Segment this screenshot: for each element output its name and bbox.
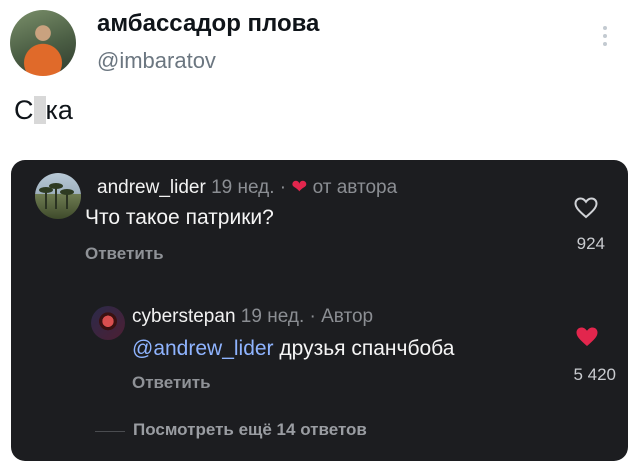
heart-filled-icon[interactable] — [575, 326, 599, 348]
commenter-avatar[interactable] — [35, 173, 81, 219]
reply-author-badge: Автор — [321, 306, 374, 327]
author-handle[interactable]: @imbaratov — [97, 48, 216, 74]
reply-mention-link[interactable]: @andrew_lider — [132, 337, 274, 360]
reply-time: 19 нед. — [240, 306, 305, 327]
reply-text: @andrew_lider друзья спанчбоба — [132, 337, 454, 361]
more-replies-divider — [95, 431, 125, 432]
reply-like-count: 5 420 — [573, 365, 616, 384]
comment-separator: · — [279, 177, 287, 198]
author-liked-heart-icon: ❤ — [291, 177, 308, 198]
reply-header: cyberstepan 19 нед. · Автор — [132, 306, 373, 328]
comment-reply-button[interactable]: Ответить — [85, 244, 164, 264]
comment-like-count: 924 — [576, 234, 605, 253]
reply-username[interactable]: cyberstepan — [132, 306, 236, 327]
tweet-text-suffix: ка — [45, 95, 73, 125]
author-avatar[interactable] — [10, 10, 76, 76]
replier-avatar[interactable] — [91, 306, 125, 340]
comment-username[interactable]: andrew_lider — [97, 177, 206, 198]
comment-screenshot-card: andrew_lider 19 нед. · ❤ от автора Что т… — [11, 160, 628, 461]
tweet-text: Ска — [14, 95, 73, 126]
comment-text: Что такое патрики? — [85, 206, 274, 229]
reply-body: друзья спанчбоба — [273, 337, 455, 360]
more-vertical-icon[interactable] — [600, 22, 610, 52]
heart-outline-icon[interactable] — [574, 197, 598, 219]
tweet-text-prefix: С — [14, 95, 34, 125]
reply-reply-button[interactable]: Ответить — [132, 373, 211, 393]
view-more-replies-button[interactable]: Посмотреть ещё 14 ответов — [133, 420, 367, 440]
reply-separator: · — [309, 306, 316, 327]
comment-header: andrew_lider 19 нед. · ❤ от автора — [97, 176, 397, 199]
author-name[interactable]: амбассадор плова — [97, 10, 319, 38]
redaction-block — [33, 96, 46, 124]
comment-time: 19 нед. — [211, 177, 275, 198]
author-badge: от автора — [312, 177, 398, 198]
